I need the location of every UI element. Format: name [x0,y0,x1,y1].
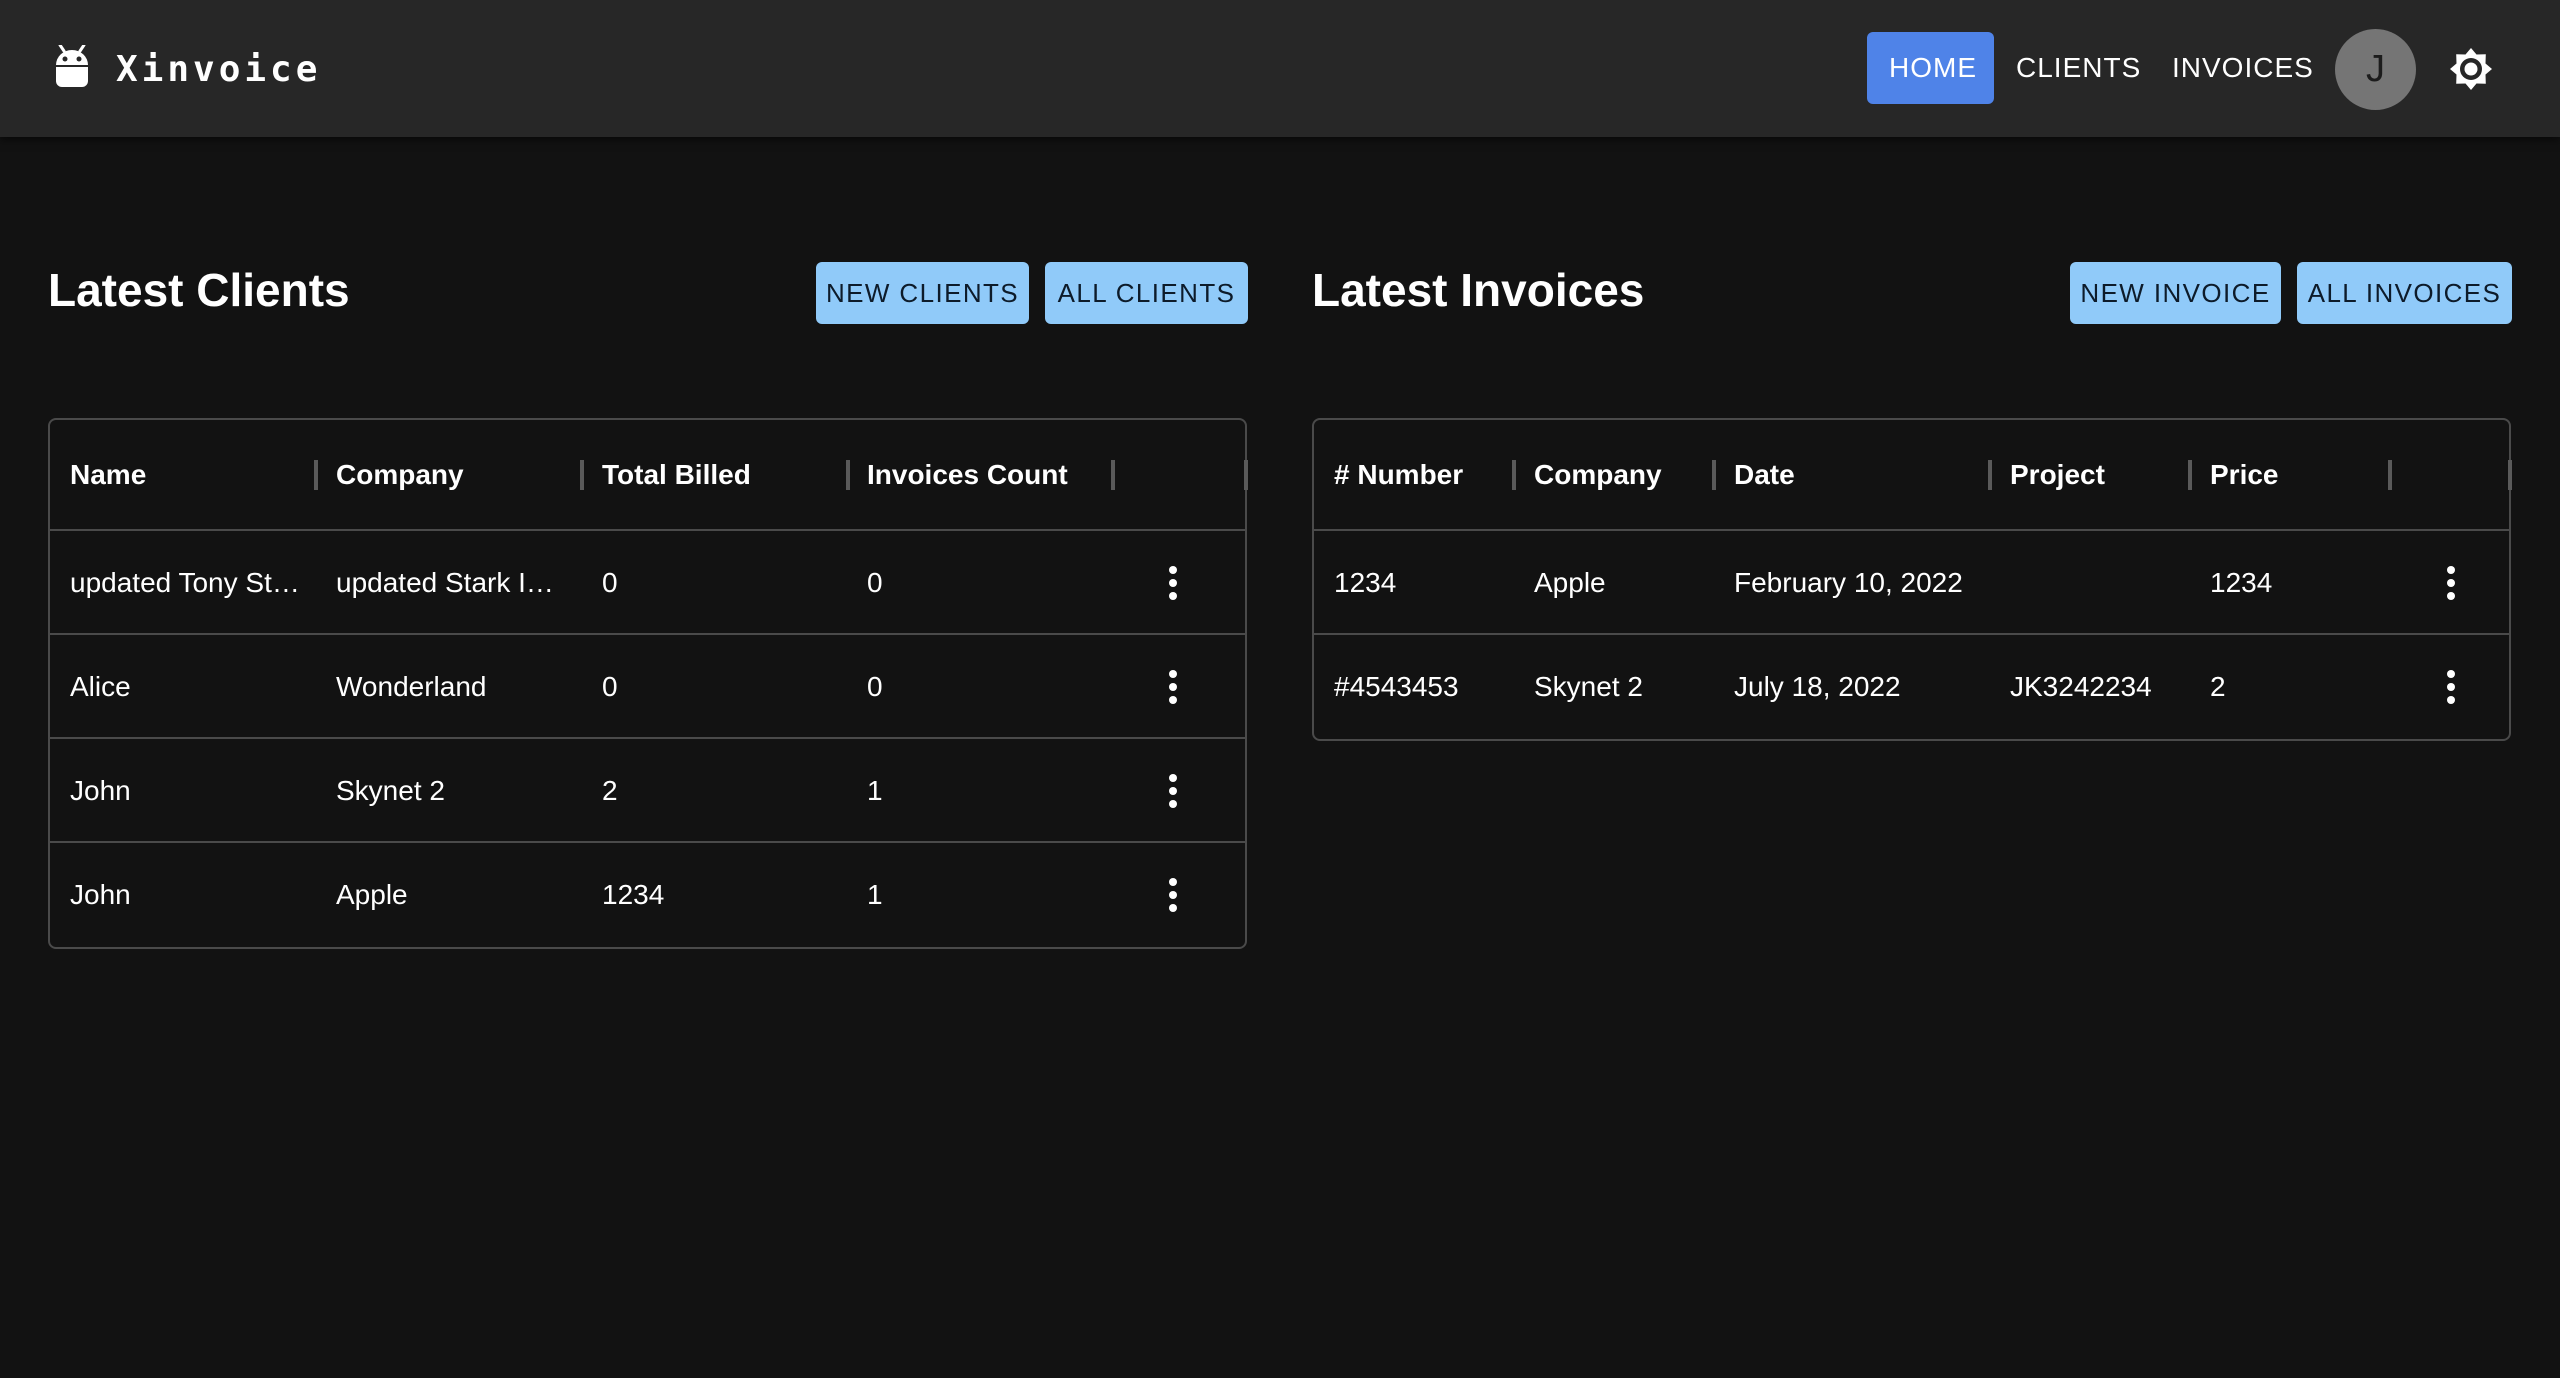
client-invoices-count-cell: 1 [867,775,883,806]
clients-section-title: Latest Clients [48,264,350,316]
invoice-company-cell: Apple [1534,567,1606,598]
user-avatar[interactable]: J [2335,29,2416,110]
nav-home-button[interactable]: HOME [1867,32,1994,104]
client-invoices-count-cell: 0 [867,567,883,598]
clients-table-header: Name Company Total Billed Invoices Count [50,420,1248,531]
more-options-icon[interactable] [1153,771,1193,811]
brightness-icon[interactable] [2448,46,2494,92]
client-invoices-count-cell: 0 [867,671,883,702]
more-options-icon[interactable] [1153,563,1193,603]
nav-invoices-button[interactable]: INVOICES [2150,32,2336,104]
new-clients-button[interactable]: NEW CLIENTS [816,262,1029,324]
column-separator[interactable] [1988,460,1992,490]
client-company-cell: Skynet 2 [336,775,445,806]
invoice-price-cell: 2 [2210,671,2226,702]
column-header-number[interactable]: # Number [1334,420,1463,529]
client-total-billed-cell: 2 [602,775,618,806]
client-name-cell: John [70,775,131,806]
column-separator[interactable] [1512,460,1516,490]
column-separator[interactable] [1244,460,1248,490]
app-name: Xinvoice [116,48,322,90]
table-row[interactable]: updated Tony St… updated Stark I… 0 0 [50,531,1245,635]
invoice-price-cell: 1234 [2210,567,2273,598]
all-invoices-button[interactable]: ALL INVOICES [2297,262,2512,324]
column-header-project[interactable]: Project [2010,420,2105,529]
more-options-icon[interactable] [2431,563,2471,603]
column-separator[interactable] [1712,460,1716,490]
table-row[interactable]: 1234 Apple February 10, 2022 1234 [1314,531,2509,635]
table-row[interactable]: John Apple 1234 1 [50,843,1245,947]
client-name-cell: updated Tony St… [70,567,300,598]
android-logo-icon [56,45,88,87]
column-header-price[interactable]: Price [2210,420,2279,529]
table-row[interactable]: John Skynet 2 2 1 [50,739,1245,843]
client-total-billed-cell: 1234 [602,879,665,910]
column-separator[interactable] [1111,460,1115,490]
client-total-billed-cell: 0 [602,567,618,598]
invoices-table: # Number Company Date Project Price 1234… [1312,418,2512,741]
nav-clients-button[interactable]: CLIENTS [1994,32,2163,104]
column-separator[interactable] [2188,460,2192,490]
client-company-cell: updated Stark I… [336,567,554,598]
invoice-project-cell: JK3242234 [2010,671,2152,702]
column-header-company[interactable]: Company [1534,420,1662,529]
column-separator[interactable] [846,460,850,490]
invoices-section-title: Latest Invoices [1312,264,1645,316]
invoice-number-cell: 1234 [1334,567,1397,598]
invoice-date-cell: February 10, 2022 [1734,567,1963,598]
invoice-number-cell: #4543453 [1334,671,1459,702]
column-separator[interactable] [2388,460,2392,490]
invoice-date-cell: July 18, 2022 [1734,671,1901,702]
more-options-icon[interactable] [1153,667,1193,707]
table-row[interactable]: Alice Wonderland 0 0 [50,635,1245,739]
clients-table: Name Company Total Billed Invoices Count… [48,418,1248,949]
column-separator[interactable] [580,460,584,490]
table-row[interactable]: #4543453 Skynet 2 July 18, 2022 JK324223… [1314,635,2509,739]
column-header-total-billed[interactable]: Total Billed [602,420,751,529]
client-company-cell: Apple [336,879,408,910]
brand[interactable]: Xinvoice [52,44,321,94]
column-separator[interactable] [2508,460,2512,490]
client-total-billed-cell: 0 [602,671,618,702]
column-header-company[interactable]: Company [336,420,464,529]
invoices-table-header: # Number Company Date Project Price [1314,420,2512,531]
client-company-cell: Wonderland [336,671,487,702]
column-separator[interactable] [314,460,318,490]
client-name-cell: John [70,879,131,910]
column-header-date[interactable]: Date [1734,420,1795,529]
invoice-company-cell: Skynet 2 [1534,671,1643,702]
column-header-invoices-count[interactable]: Invoices Count [867,420,1068,529]
client-invoices-count-cell: 1 [867,879,883,910]
client-name-cell: Alice [70,671,131,702]
more-options-icon[interactable] [2431,667,2471,707]
new-invoice-button[interactable]: NEW INVOICE [2070,262,2281,324]
app-bar: Xinvoice HOME CLIENTS INVOICES J [0,0,2560,137]
more-options-icon[interactable] [1153,875,1193,915]
all-clients-button[interactable]: ALL CLIENTS [1045,262,1248,324]
column-header-name[interactable]: Name [70,420,146,529]
